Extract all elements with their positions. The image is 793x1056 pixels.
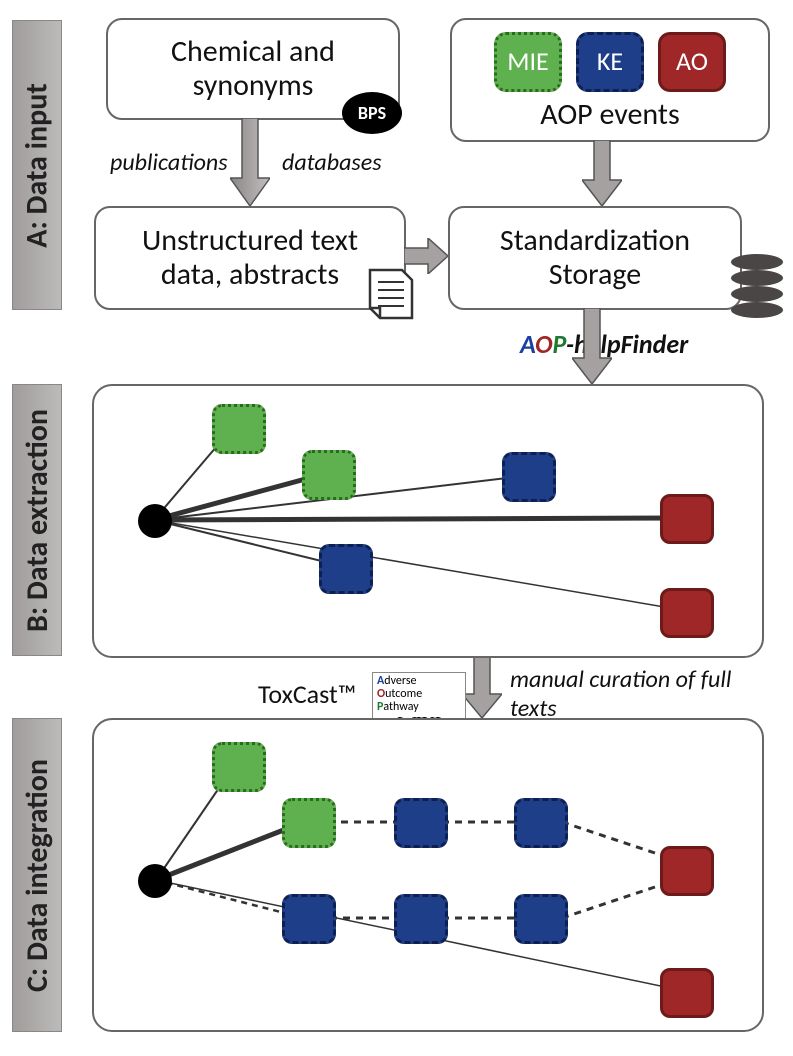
ke-node [319,544,373,594]
panel-data-integration [92,718,764,1032]
arrow-std-to-panel-b [572,308,612,384]
document-icon [368,268,414,325]
section-label-b: B: Data extraction [12,384,62,656]
label-databases: databases [282,148,382,177]
arrow-panel-b-to-c [462,656,502,718]
chemical-node [138,864,172,898]
mie-node [282,798,336,848]
chemical-node [138,504,172,538]
ao-event: AO [658,32,726,92]
ao-node [660,494,714,544]
mie-event: MIE [494,32,562,92]
arrow-aop-to-std [582,140,622,206]
label-toxcast: ToxCast™ [258,678,356,710]
label-manual-curation: manual curation of full texts [510,666,740,724]
ao-node [660,968,714,1018]
section-label-c: C: Data integration [12,718,62,1032]
aop-events-title: AOP events [540,98,679,133]
ao-node [660,588,714,638]
section-label-a: A: Data input [12,20,62,310]
mie-node [302,450,356,500]
ke-event: KE [576,32,644,92]
ao-node [660,846,714,896]
box-unstructured: Unstructured text data, abstracts [94,206,406,310]
aop-event-row: MIE KE AO [494,32,726,92]
arrow-chem-to-unstr [230,118,270,206]
ke-node [394,798,448,848]
database-icon [728,252,786,323]
box-standardization: Standardization Storage [448,206,742,310]
mie-node [212,742,266,792]
panel-data-extraction [92,384,764,658]
ke-node [514,894,568,944]
mie-node [212,404,266,454]
ke-node [514,798,568,848]
ke-node [394,894,448,944]
ke-node [502,452,556,502]
bps-badge: BPS [342,92,402,134]
label-publications: publications [110,148,228,177]
ke-node [282,894,336,944]
box-aop-events: MIE KE AO AOP events [450,18,770,142]
